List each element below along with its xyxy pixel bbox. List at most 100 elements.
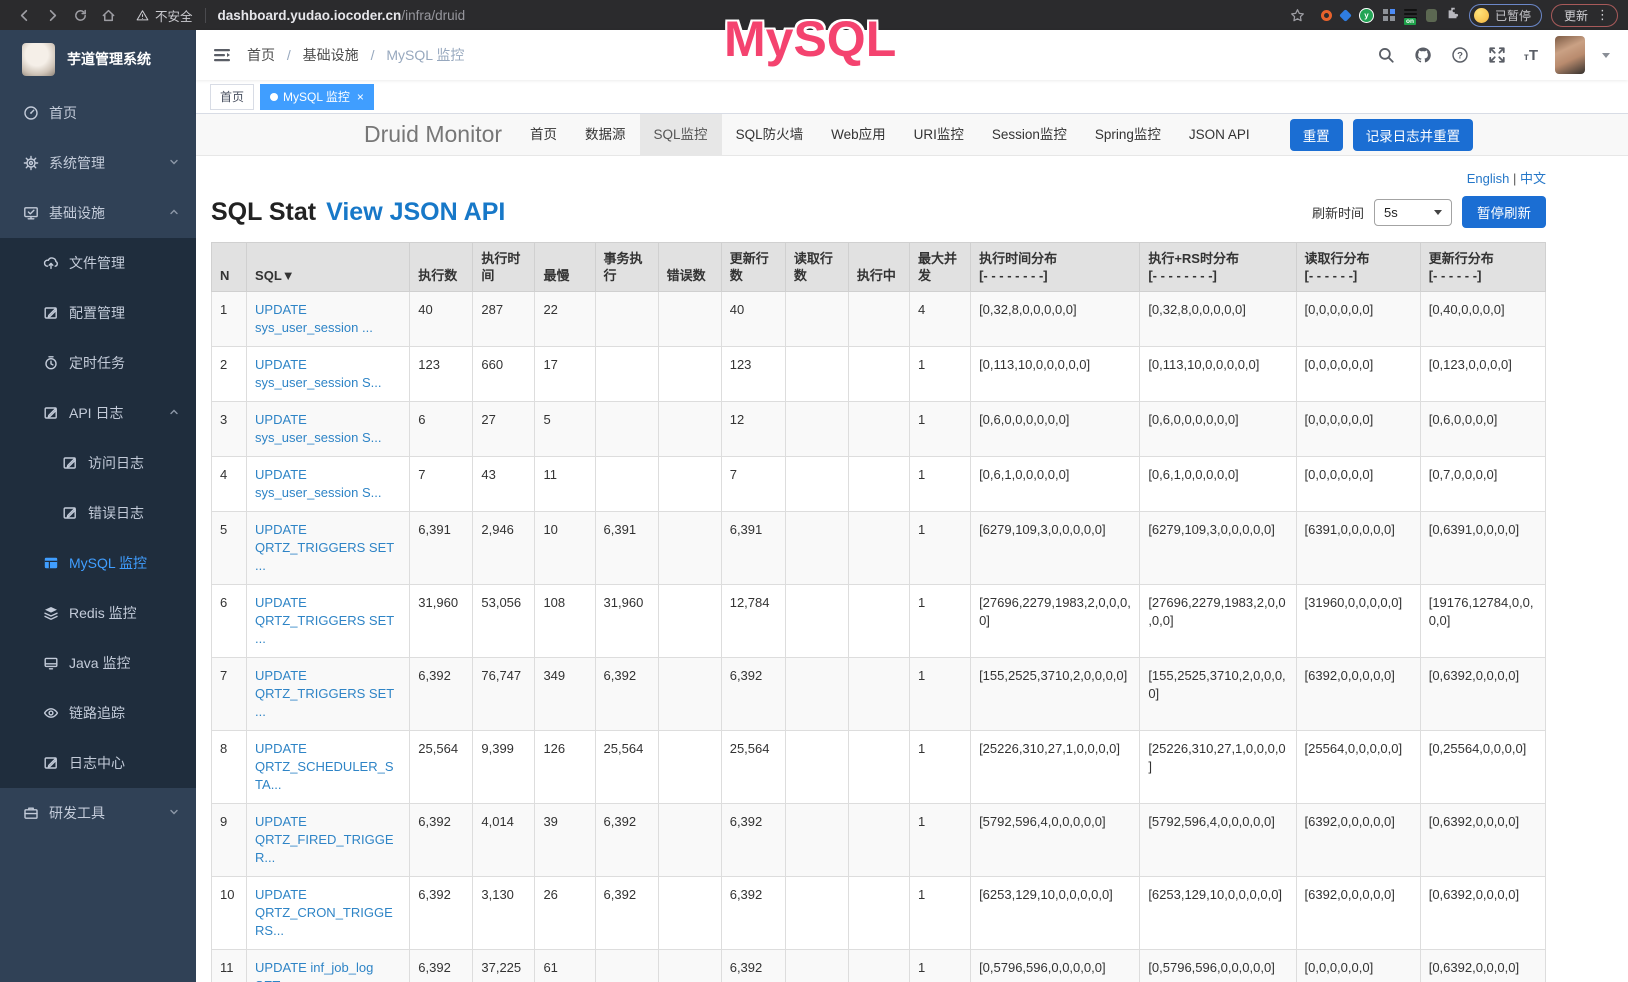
- sql-link[interactable]: UPDATE sys_user_session S...: [247, 347, 410, 402]
- close-icon[interactable]: ×: [357, 90, 364, 104]
- druid-brand[interactable]: Druid Monitor: [364, 121, 502, 148]
- breadcrumb-home[interactable]: 首页: [247, 47, 275, 63]
- tag-mysql-monitor[interactable]: MySQL 监控 ×: [260, 84, 374, 110]
- help-icon[interactable]: ?: [1450, 45, 1470, 65]
- druid-tab-8[interactable]: Spring监控: [1081, 114, 1175, 156]
- address-bar[interactable]: dashboard.yudao.iocoder.cn /infra/druid: [205, 8, 466, 23]
- sidebar-item-api-logs[interactable]: API 日志: [0, 388, 196, 438]
- table-cell: [6392,0,0,0,0,0]: [1296, 804, 1420, 877]
- font-size-icon[interactable]: тT: [1524, 47, 1538, 64]
- sql-link[interactable]: UPDATE sys_user_session S...: [247, 457, 410, 512]
- fullscreen-icon[interactable]: [1487, 45, 1507, 65]
- search-icon[interactable]: [1376, 45, 1396, 65]
- sidebar-item-trace[interactable]: 链路追踪: [0, 688, 196, 738]
- user-menu-caret-icon[interactable]: [1602, 53, 1610, 58]
- druid-tab-5[interactable]: Web应用: [817, 114, 900, 156]
- sidebar-item-dev-tools[interactable]: 研发工具: [0, 788, 196, 838]
- reset-button[interactable]: 重置: [1290, 119, 1343, 151]
- sql-link[interactable]: UPDATE QRTZ_TRIGGERS SET ...: [247, 585, 410, 658]
- browser-update-button[interactable]: 更新 ⋮: [1551, 4, 1618, 27]
- table-cell: 39: [535, 804, 595, 877]
- table-cell: [595, 402, 658, 457]
- column-header[interactable]: 最慢: [535, 243, 595, 292]
- column-header[interactable]: N: [212, 243, 247, 292]
- column-header[interactable]: 执行时间: [473, 243, 535, 292]
- druid-tab-9[interactable]: JSON API: [1175, 114, 1264, 156]
- column-header[interactable]: SQL▼: [247, 243, 410, 292]
- table-cell: [0,6,1,0,0,0,0,0]: [1140, 457, 1296, 512]
- column-header[interactable]: 最大并发: [909, 243, 970, 292]
- column-header[interactable]: 执行数: [410, 243, 473, 292]
- column-header[interactable]: 更新行分布[- - - - - -]: [1420, 243, 1545, 292]
- sql-link[interactable]: UPDATE QRTZ_TRIGGERS SET ...: [247, 512, 410, 585]
- hamburger-icon[interactable]: [211, 44, 233, 66]
- warning-icon: [136, 9, 149, 22]
- druid-tab-3[interactable]: SQL监控: [640, 114, 722, 156]
- sidebar-item-file-mgmt[interactable]: 文件管理: [0, 238, 196, 288]
- lang-english-link[interactable]: English: [1467, 171, 1510, 186]
- sidebar-item-redis-monitor[interactable]: Redis 监控: [0, 588, 196, 638]
- github-icon[interactable]: [1413, 45, 1433, 65]
- sidebar-item-infrastructure[interactable]: 基础设施: [0, 188, 196, 238]
- druid-tab-7[interactable]: Session监控: [978, 114, 1081, 156]
- sidebar-item-log-center[interactable]: 日志中心: [0, 738, 196, 788]
- druid-tab-4[interactable]: SQL防火墙: [722, 114, 818, 156]
- user-avatar[interactable]: [1555, 36, 1585, 74]
- table-cell: [0,25564,0,0,0,0]: [1420, 731, 1545, 804]
- extension-orange-icon[interactable]: [1321, 10, 1332, 21]
- extensions-puzzle-icon[interactable]: [1446, 6, 1460, 25]
- reset-and-log-button[interactable]: 记录日志并重置: [1353, 119, 1474, 151]
- column-header[interactable]: 执行中: [848, 243, 909, 292]
- svg-text:?: ?: [1457, 50, 1463, 61]
- profile-paused-chip[interactable]: 已暂停: [1469, 4, 1542, 27]
- sidebar-item-error-logs[interactable]: 错误日志: [0, 488, 196, 538]
- sql-link[interactable]: UPDATE QRTZ_TRIGGERS SET ...: [247, 658, 410, 731]
- browser-menu-icon[interactable]: ⋮: [1596, 7, 1609, 23]
- app-logo-row[interactable]: 芋道管理系统: [0, 30, 196, 88]
- column-header[interactable]: 错误数: [658, 243, 721, 292]
- column-header[interactable]: 读取行数: [785, 243, 848, 292]
- sql-link[interactable]: UPDATE QRTZ_CRON_TRIGGERS...: [247, 877, 410, 950]
- column-header[interactable]: 执行+RS时分布[- - - - - - - -]: [1140, 243, 1296, 292]
- table-cell: [25226,310,27,1,0,0,0,0]: [971, 731, 1140, 804]
- bookmark-star-icon[interactable]: [1287, 4, 1309, 26]
- reload-icon[interactable]: [69, 4, 91, 26]
- home-icon[interactable]: [97, 4, 119, 26]
- column-header[interactable]: 执行时间分布[- - - - - - - -]: [971, 243, 1140, 292]
- sql-link[interactable]: UPDATE sys_user_session ...: [247, 292, 410, 347]
- devtools-icon: [23, 805, 39, 821]
- table-cell: 11: [535, 457, 595, 512]
- lang-chinese-link[interactable]: 中文: [1520, 171, 1546, 186]
- druid-tab-6[interactable]: URI监控: [900, 114, 978, 156]
- column-header[interactable]: 更新行数: [721, 243, 785, 292]
- sidebar-item-access-logs[interactable]: 访问日志: [0, 438, 196, 488]
- forward-icon[interactable]: [41, 4, 63, 26]
- sidebar-item-java-monitor[interactable]: Java 监控: [0, 638, 196, 688]
- column-header[interactable]: 读取行分布[- - - - - -]: [1296, 243, 1420, 292]
- extension-camera-icon[interactable]: [1426, 9, 1437, 22]
- sidebar-item-scheduled-jobs[interactable]: 定时任务: [0, 338, 196, 388]
- view-json-api-link[interactable]: View JSON API: [326, 198, 505, 227]
- breadcrumb-infra[interactable]: 基础设施: [303, 47, 359, 63]
- column-header[interactable]: 事务执行: [595, 243, 658, 292]
- sql-link[interactable]: UPDATE sys_user_session S...: [247, 402, 410, 457]
- sidebar-item-home[interactable]: 首页: [0, 88, 196, 138]
- sidebar-item-config-mgmt[interactable]: 配置管理: [0, 288, 196, 338]
- extension-gem-icon[interactable]: [1339, 9, 1352, 22]
- druid-tab-2[interactable]: 数据源: [571, 114, 640, 156]
- tag-home[interactable]: 首页: [210, 84, 254, 110]
- security-warning[interactable]: 不安全: [136, 6, 193, 25]
- extension-list-icon[interactable]: on: [1404, 9, 1417, 21]
- extension-y-icon[interactable]: y: [1359, 8, 1374, 23]
- sql-link[interactable]: UPDATE QRTZ_SCHEDULER_STA...: [247, 731, 410, 804]
- druid-tab-1[interactable]: 首页: [516, 114, 571, 156]
- pause-refresh-button[interactable]: 暂停刷新: [1462, 196, 1546, 228]
- sql-link[interactable]: UPDATE inf_job_log SET e...: [247, 950, 410, 982]
- refresh-interval-select[interactable]: 5s: [1374, 199, 1452, 226]
- sidebar-item-mysql-monitor[interactable]: MySQL 监控: [0, 538, 196, 588]
- extension-grid-icon[interactable]: [1383, 9, 1395, 21]
- sidebar-item-system-mgmt[interactable]: 系统管理: [0, 138, 196, 188]
- back-icon[interactable]: [13, 4, 35, 26]
- table-cell: 7: [410, 457, 473, 512]
- sql-link[interactable]: UPDATE QRTZ_FIRED_TRIGGER...: [247, 804, 410, 877]
